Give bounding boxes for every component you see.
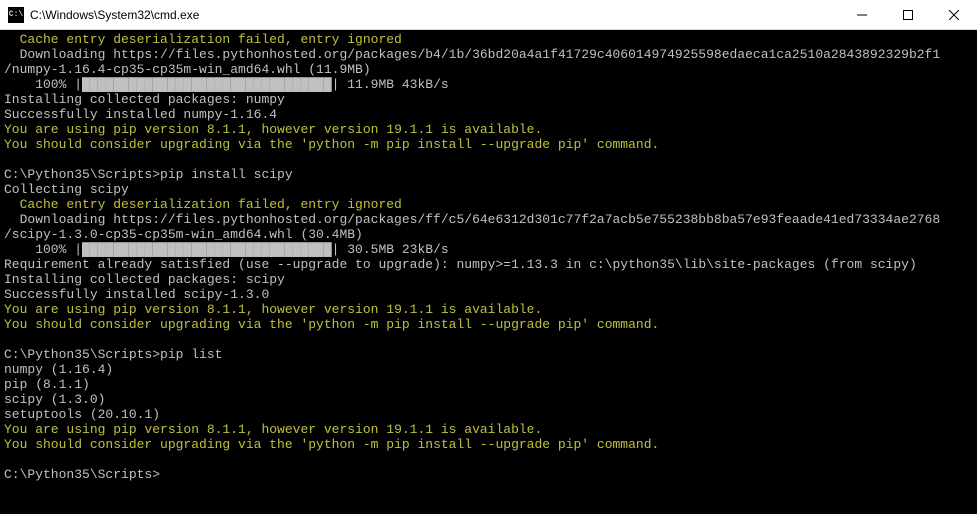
terminal-line: 100% |████████████████████████████████| … (35, 77, 973, 92)
terminal-line: numpy (1.16.4) (4, 362, 973, 377)
terminal-line: C:\Python35\Scripts> (4, 467, 973, 482)
cmd-icon: C:\ (8, 7, 24, 23)
terminal-line: C:\Python35\Scripts>pip list (4, 347, 973, 362)
minimize-button[interactable] (839, 0, 885, 29)
terminal-line: Collecting scipy (4, 182, 973, 197)
close-icon (949, 10, 959, 20)
terminal-line: C:\Python35\Scripts>pip install scipy (4, 167, 973, 182)
window-controls (839, 0, 977, 29)
terminal-line: Installing collected packages: numpy (4, 92, 973, 107)
maximize-icon (903, 10, 913, 20)
terminal-line (4, 332, 973, 347)
cmd-window: C:\ C:\Windows\System32\cmd.exe Cache en… (0, 0, 977, 514)
terminal-line: You are using pip version 8.1.1, however… (4, 122, 973, 137)
terminal-line: You should consider upgrading via the 'p… (4, 437, 973, 452)
terminal-line: setuptools (20.10.1) (4, 407, 973, 422)
terminal-line: Successfully installed scipy-1.3.0 (4, 287, 973, 302)
terminal-line (4, 452, 973, 467)
terminal-line: Successfully installed numpy-1.16.4 (4, 107, 973, 122)
terminal-line: 100% |████████████████████████████████| … (35, 242, 973, 257)
terminal-line: /scipy-1.3.0-cp35-cp35m-win_amd64.whl (3… (4, 227, 973, 242)
terminal-line: You are using pip version 8.1.1, however… (4, 422, 973, 437)
terminal-output[interactable]: Cache entry deserialization failed, entr… (0, 30, 977, 514)
terminal-line: You should consider upgrading via the 'p… (4, 137, 973, 152)
terminal-line (4, 152, 973, 167)
terminal-line: You are using pip version 8.1.1, however… (4, 302, 973, 317)
terminal-line: Cache entry deserialization failed, entr… (20, 197, 973, 212)
terminal-line: pip (8.1.1) (4, 377, 973, 392)
maximize-button[interactable] (885, 0, 931, 29)
terminal-line: You should consider upgrading via the 'p… (4, 317, 973, 332)
terminal-line: Installing collected packages: scipy (4, 272, 973, 287)
window-title: C:\Windows\System32\cmd.exe (30, 8, 839, 22)
terminal-line: /numpy-1.16.4-cp35-cp35m-win_amd64.whl (… (4, 62, 973, 77)
terminal-line: Requirement already satisfied (use --upg… (4, 257, 973, 272)
minimize-icon (857, 10, 867, 20)
terminal-line: scipy (1.3.0) (4, 392, 973, 407)
titlebar: C:\ C:\Windows\System32\cmd.exe (0, 0, 977, 30)
close-button[interactable] (931, 0, 977, 29)
terminal-line: Cache entry deserialization failed, entr… (20, 32, 973, 47)
terminal-line: Downloading https://files.pythonhosted.o… (20, 212, 973, 227)
terminal-line: Downloading https://files.pythonhosted.o… (20, 47, 973, 62)
